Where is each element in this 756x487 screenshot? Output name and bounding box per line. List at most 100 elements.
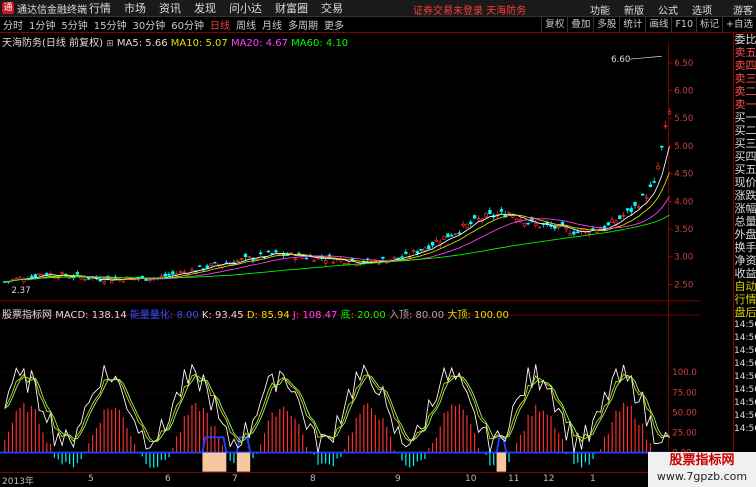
candle-body [625,208,630,211]
price-tick-label: 5.50 [674,114,693,124]
tool-add-watchlist[interactable]: +自选 [722,17,756,32]
candle-body [381,256,385,259]
side-item[interactable]: 买四 [734,150,756,163]
side-item[interactable]: 买三 [734,137,756,150]
candle-body [461,223,465,226]
candle-body [633,201,637,206]
price-tick-label: 6.50 [674,59,693,69]
candle-body [98,279,102,282]
candle-body [255,258,259,260]
collapse-icon[interactable]: ⊞ [106,39,114,49]
candle-body [343,262,347,266]
period-timeshare[interactable]: 分时 [0,17,26,32]
candle-body [568,233,572,236]
menu-news[interactable]: 资讯 [159,0,181,16]
candle-body [522,223,526,226]
side-item[interactable]: 卖一 [734,98,756,111]
candle-body [102,281,106,284]
period-monthly[interactable]: 月线 [259,17,285,32]
menu-market[interactable]: 市场 [124,0,146,16]
period-daily[interactable]: 日线 [207,17,233,32]
period-more[interactable]: 更多 [321,17,347,32]
candle-body [377,262,381,265]
side-item[interactable]: 14:56 [734,332,756,345]
side-item[interactable]: 卖五 [734,46,756,59]
side-item[interactable]: 自动 [734,280,756,293]
candle-body [637,206,641,209]
candle-body [274,250,278,253]
menu-function[interactable]: 功能 [590,2,610,17]
period-15min[interactable]: 15分钟 [91,17,130,32]
side-item[interactable]: 买五 [734,163,756,176]
menu-quotes[interactable]: 行情 [89,0,111,16]
kline-chart[interactable]: 6.50 6.00 5.50 5.00 4.50 4.00 3.50 3.00 2.50 100.… [0,33,700,472]
indicator-tick-label: 50.00 [672,408,697,418]
watermark-title: 股票指标网 [669,453,735,468]
candle-body [297,252,301,255]
side-item[interactable]: 14:56 [734,319,756,332]
period-weekly[interactable]: 周线 [233,17,259,32]
tool-adjust[interactable]: 复权 [541,17,567,32]
menu-options[interactable]: 选项 [692,2,712,17]
candle-body [430,242,435,246]
side-item[interactable]: 涨跌 [734,189,756,202]
side-item[interactable]: 总量 [734,215,756,228]
high-price-pointer [630,55,662,60]
date-axis: 2013年 5 6 7 8 9 10 11 12 1 [0,472,700,487]
menu-ask[interactable]: 问小达 [229,0,262,16]
tool-overlay[interactable]: 叠加 [567,17,593,32]
side-item[interactable]: 净资 [734,254,756,267]
tool-stats[interactable]: 统计 [619,17,645,32]
candle-body [29,275,34,278]
tool-multi-stock[interactable]: 多股 [593,17,619,32]
menu-formula[interactable]: 公式 [658,2,678,17]
menu-discover[interactable]: 发现 [194,0,216,16]
side-item[interactable]: 14:56 [734,345,756,358]
candle-body [663,125,668,128]
side-item[interactable]: 14:56 [734,384,756,397]
side-item[interactable]: 14:56 [734,358,756,371]
price-tick-label: 4.50 [674,170,693,180]
candle-body [648,184,653,188]
side-item[interactable]: 卖四 [734,59,756,72]
side-item[interactable]: 买二 [734,124,756,137]
side-item[interactable]: 14:56 [734,397,756,410]
tool-f10[interactable]: F10 [671,17,696,32]
candle-body [404,251,408,255]
side-item[interactable]: 委比 [734,33,756,46]
side-item[interactable]: 14:56 [734,410,756,423]
indicator-tick-label: 75.00 [672,388,697,398]
side-item[interactable]: 收益 [734,267,756,280]
side-item[interactable]: 现价 [734,176,756,189]
side-item[interactable]: 涨幅 [734,202,756,215]
period-60min[interactable]: 60分钟 [168,17,207,32]
side-item[interactable]: 卖二 [734,85,756,98]
candle-body [507,212,511,215]
period-30min[interactable]: 30分钟 [129,17,168,32]
candle-body [457,232,462,235]
side-item[interactable]: 外盘 [734,228,756,241]
date-label: 9 [395,474,401,484]
tool-draw[interactable]: 画线 [645,17,671,32]
menu-wealth[interactable]: 财富圈 [275,0,308,16]
side-item[interactable]: 盘后 [734,306,756,319]
app-title: 通达信金融终端 [17,4,87,16]
tool-mark[interactable]: 标记 [696,17,722,32]
period-multi[interactable]: 多周期 [285,17,321,32]
candle-body [392,256,397,259]
side-item[interactable]: 行情 [734,293,756,306]
k-value: K: 93.45 [201,310,244,321]
side-item[interactable]: 买一 [734,111,756,124]
side-item[interactable]: 卖三 [734,72,756,85]
period-5min[interactable]: 5分钟 [58,17,90,32]
guest-user[interactable]: 游客 [733,2,753,17]
side-item[interactable]: 14:56 [734,423,756,436]
candle-body [618,215,622,219]
menu-new-version[interactable]: 新版 [624,2,644,17]
side-item[interactable]: 14:56 [734,371,756,384]
menu-trade[interactable]: 交易 [321,0,343,16]
side-item[interactable]: 换手 [734,241,756,254]
trade-login-notice[interactable]: 证券交易未登录 天海防务 [413,2,526,17]
period-1min[interactable]: 1分钟 [26,17,58,32]
candle-body [499,209,504,212]
